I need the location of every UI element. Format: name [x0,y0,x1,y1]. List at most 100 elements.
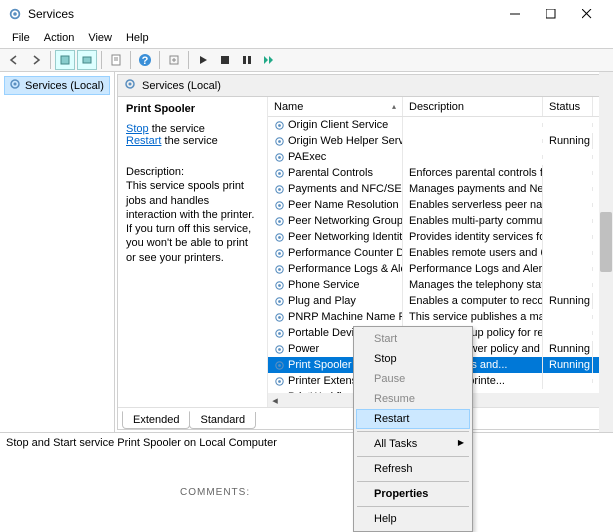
tree-root-item[interactable]: Services (Local) [4,76,110,95]
ctx-properties[interactable]: Properties [356,484,470,504]
service-name: Peer Networking Grouping [288,215,403,227]
ctx-separator [357,506,469,507]
service-row[interactable]: PAExec [268,149,610,165]
service-status [543,155,593,159]
col-description[interactable]: Description [403,97,543,116]
tree-root-label: Services (Local) [25,80,104,92]
service-row[interactable]: Payments and NFC/SE Man...Manages paymen… [268,181,610,197]
scroll-left-icon[interactable]: ◂ [268,394,282,407]
desc-text: This service spools print jobs and handl… [126,179,259,265]
service-desc: Enables multi-party communicati... [403,213,543,229]
service-status: Running [543,133,593,149]
service-name: Power [288,343,319,355]
close-button[interactable] [569,2,605,26]
ctx-all-tasks[interactable]: All Tasks▶ [356,434,470,454]
maximize-button[interactable] [533,2,569,26]
menu-help[interactable]: Help [120,30,155,46]
pause-icon-button[interactable] [237,50,257,70]
ctx-help[interactable]: Help [356,509,470,529]
service-row[interactable]: PNRP Machine Name Publi...This service p… [268,309,610,325]
service-desc: This service publishes a machine ... [403,309,543,325]
restart-icon-button[interactable] [259,50,279,70]
services-icon [8,7,22,21]
up-button[interactable] [55,50,75,70]
status-text: Stop and Start service Print Spooler on … [6,437,277,449]
service-name: Payments and NFC/SE Man... [288,183,403,195]
service-name: Origin Client Service [288,119,388,131]
ctx-resume: Resume [356,389,470,409]
service-name: Peer Name Resolution Prot... [288,199,403,211]
svg-text:?: ? [142,55,149,67]
service-desc: Manages payments and Near Fiel... [403,181,543,197]
col-name[interactable]: Name▴ [268,97,403,116]
tab-extended[interactable]: Extended [122,411,190,429]
ctx-stop[interactable]: Stop [356,349,470,369]
submenu-arrow-icon: ▶ [458,438,464,447]
service-name: Peer Networking Identity M... [288,231,403,243]
service-status [543,123,593,127]
minimize-button[interactable] [497,2,533,26]
context-menu: Start Stop Pause Resume Restart All Task… [353,326,473,532]
service-desc: Enforces parental controls for chi... [403,165,543,181]
ctx-separator [357,431,469,432]
service-desc: Enables remote users and 64-bit ... [403,245,543,261]
service-name: Performance Logs & Alerts [288,263,403,275]
service-desc: Enables serverless peer name res... [403,197,543,213]
service-name: Performance Counter DLL ... [288,247,403,259]
service-status [543,283,593,287]
stop-icon-button[interactable] [215,50,235,70]
service-row[interactable]: Peer Name Resolution Prot...Enables serv… [268,197,610,213]
forward-button[interactable] [26,50,46,70]
service-name: PNRP Machine Name Publi... [288,311,403,323]
service-desc: Manages the telephony state on ... [403,277,543,293]
service-status: Running [543,293,593,309]
service-status [543,203,593,207]
service-row[interactable]: Performance Counter DLL ...Enables remot… [268,245,610,261]
service-row[interactable]: Origin Client Service [268,117,610,133]
service-name: Phone Service [288,279,360,291]
service-row[interactable]: Phone Service Manages the telephony state… [268,277,610,293]
restart-link[interactable]: Restart [126,135,161,147]
service-desc: Enables a computer to recognize ... [403,293,543,309]
ctx-refresh[interactable]: Refresh [356,459,470,479]
col-status[interactable]: Status [543,97,593,116]
menu-view[interactable]: View [82,30,118,46]
help-button[interactable]: ? [135,50,155,70]
service-row[interactable]: Plug and Play Enables a computer to recog… [268,293,610,309]
window-title: Services [28,7,497,21]
menu-bar: File Action View Help [0,28,613,48]
services-icon [124,78,136,93]
service-status [543,267,593,271]
service-desc [403,155,543,159]
ctx-start: Start [356,329,470,349]
detail-title: Print Spooler [126,103,259,115]
ctx-separator [357,481,469,482]
properties-button[interactable] [106,50,126,70]
restart-suffix: the service [161,135,217,147]
back-button[interactable] [4,50,24,70]
service-row[interactable]: Origin Web Helper ServiceRunning [268,133,610,149]
export-button[interactable] [164,50,184,70]
service-row[interactable]: Parental ControlsEnforces parental contr… [268,165,610,181]
play-button[interactable] [193,50,213,70]
stop-link[interactable]: Stop [126,123,149,135]
detail-pane: Print Spooler Stop the service Restart t… [118,97,268,407]
ctx-separator [357,456,469,457]
service-row[interactable]: Performance Logs & AlertsPerformance Log… [268,261,610,277]
content-header-label: Services (Local) [142,80,221,92]
service-row[interactable]: Peer Networking GroupingEnables multi-pa… [268,213,610,229]
vertical-scrollbar[interactable] [599,72,613,432]
scrollbar-thumb[interactable] [600,212,612,272]
menu-file[interactable]: File [6,30,36,46]
service-desc: Provides identity services for the ... [403,229,543,245]
service-name: Plug and Play [288,295,356,307]
show-hide-button[interactable] [77,50,97,70]
comments-label: COMMENTS: [180,487,250,498]
service-status [543,251,593,255]
tab-standard[interactable]: Standard [189,412,256,429]
service-row[interactable]: Peer Networking Identity M...Provides id… [268,229,610,245]
menu-action[interactable]: Action [38,30,81,46]
services-icon [9,78,21,93]
list-header: Name▴ Description Status [268,97,610,117]
ctx-restart[interactable]: Restart [356,409,470,429]
